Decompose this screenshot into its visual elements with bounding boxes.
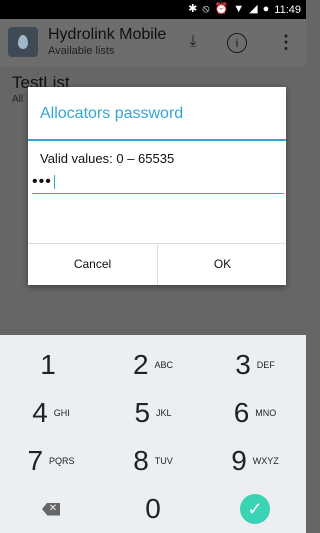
bluetooth-icon: ✱ [188,3,198,15]
key-digit: 2 [132,349,149,380]
overflow-menu-icon[interactable]: ⋮ [275,31,297,53]
key-letters: JKL [156,408,172,418]
password-input[interactable]: ••• [32,173,284,194]
key-digit: 9 [231,445,247,476]
alarm-icon: ⏰ [214,3,229,15]
backspace-icon: ✕ [42,502,60,516]
key-digit: 1 [40,349,56,380]
app-subtitle: Available lists [48,45,115,57]
backspace-key[interactable]: ✕ [0,485,102,533]
numeric-keypad: 1 2 ABC 3 DEF 4 GHI 5 JKL 6 MNO 7 PQRS 8… [0,335,306,533]
info-icon[interactable]: i [227,33,247,53]
key-3[interactable]: 3 DEF [204,341,306,389]
key-letters: PQRS [49,456,75,466]
app-title: Hydrolink Mobile [48,26,167,43]
app-logo-icon [8,27,38,57]
dialog-title: Allocators password [40,105,184,122]
key-9[interactable]: 9 WXYZ [204,437,306,485]
status-time: 11:49 [274,3,301,16]
app-bar: Hydrolink Mobile Available lists ⤓ i ⋮ [0,19,306,66]
list-item-subtitle: All [12,94,24,105]
dialog-title-divider [28,139,286,141]
key-0[interactable]: 0 [102,485,204,533]
key-4[interactable]: 4 GHI [0,389,102,437]
key-2[interactable]: 2 ABC [102,341,204,389]
password-dialog: Allocators password Valid values: 0 – 65… [28,87,286,285]
cancel-button[interactable]: Cancel [28,243,157,285]
ok-button[interactable]: OK [158,243,287,285]
key-digit: 3 [235,349,251,380]
key-8[interactable]: 8 TUV [102,437,204,485]
wifi-icon: ▼ [233,3,245,15]
key-digit: 7 [27,445,44,476]
key-digit: 6 [233,397,250,428]
battery-icon: ● [262,3,270,15]
key-digit: 4 [32,397,48,428]
done-key[interactable]: ✓ [204,485,306,533]
key-letters: DEF [256,360,275,370]
key-letters: WXYZ [252,456,279,466]
checkmark-icon: ✓ [240,494,270,524]
signal-icon: ◢ [249,3,258,15]
download-icon[interactable]: ⤓ [182,31,204,53]
key-digit: 5 [134,397,151,428]
text-cursor [53,174,55,189]
key-letters: ABC [154,360,174,370]
status-bar: ✱ ⦸ ⏰ ▼ ◢ ● 11:49 [0,0,306,19]
key-1[interactable]: 1 [0,341,102,389]
key-digit: 8 [133,445,149,476]
dialog-message: Valid values: 0 – 65535 [40,151,175,166]
key-7[interactable]: 7 PQRS [0,437,102,485]
key-letters: MNO [255,408,277,418]
key-6[interactable]: 6 MNO [204,389,306,437]
key-letters: TUV [154,456,173,466]
key-digit: 0 [145,493,161,524]
key-5[interactable]: 5 JKL [102,389,204,437]
key-letters: GHI [53,408,70,418]
do-not-disturb-icon: ⦸ [202,3,210,15]
password-value: ••• [32,173,52,190]
